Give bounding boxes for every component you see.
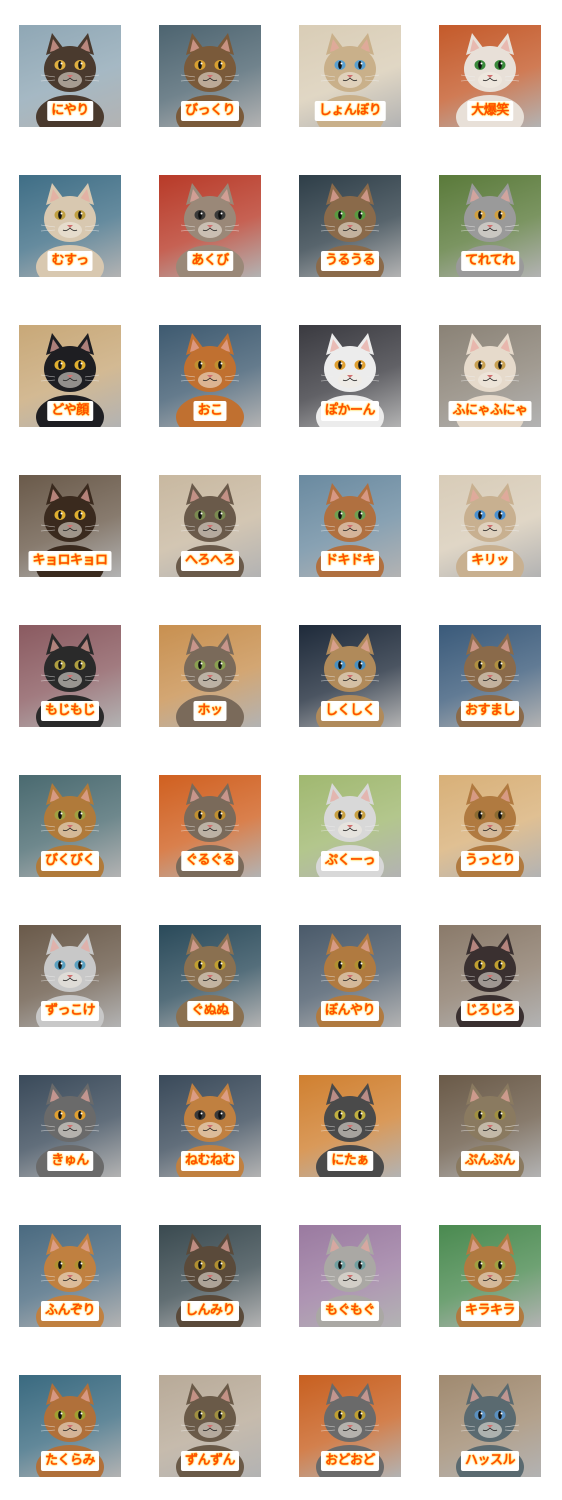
sticker-caption: うっとり <box>460 851 520 871</box>
sticker-item[interactable]: ドキドキ <box>299 475 401 577</box>
sticker-caption: ふんぞり <box>40 1301 100 1321</box>
sticker-caption: あくび <box>187 251 233 271</box>
sticker-caption: むすっ <box>47 251 93 271</box>
sticker-item[interactable]: キリッ <box>439 475 541 577</box>
sticker-item[interactable]: もじもじ <box>19 625 121 727</box>
sticker-caption: おすまし <box>460 701 520 721</box>
sticker-caption: ふにゃふにゃ <box>448 401 532 421</box>
sticker-item[interactable]: ずっこけ <box>19 925 121 1027</box>
sticker-caption: キリッ <box>467 551 513 571</box>
sticker-caption: ホッ <box>193 701 227 721</box>
sticker-caption: じろじろ <box>460 1001 520 1021</box>
sticker-item[interactable]: にやり <box>19 25 121 127</box>
sticker-caption: キラキラ <box>460 1301 520 1321</box>
sticker-item[interactable]: どや顔 <box>19 325 121 427</box>
sticker-item[interactable]: にたぁ <box>299 1075 401 1177</box>
sticker-item[interactable]: ぐるぐる <box>159 775 261 877</box>
sticker-caption: びっくり <box>180 101 240 121</box>
sticker-item[interactable]: ずんずん <box>159 1375 261 1477</box>
sticker-caption: たくらみ <box>40 1451 100 1471</box>
sticker-item[interactable]: ぐぬぬ <box>159 925 261 1027</box>
sticker-grid: にやり びっくり しょんぼり 大爆笑むすっ あくび うるうる てれてれどや顔 おこ ぽかーん ふに… <box>0 0 562 1500</box>
sticker-item[interactable]: あくび <box>159 175 261 277</box>
sticker-caption: しょんぼり <box>314 101 386 121</box>
sticker-caption: にやり <box>47 101 93 121</box>
sticker-item[interactable]: ぷんぷん <box>439 1075 541 1177</box>
sticker-caption: ねむねむ <box>180 1151 240 1171</box>
sticker-item[interactable]: おどおど <box>299 1375 401 1477</box>
sticker-caption: へろへろ <box>180 551 240 571</box>
sticker-caption: もじもじ <box>40 701 100 721</box>
sticker-caption: ずっこけ <box>40 1001 100 1021</box>
sticker-item[interactable]: 大爆笑 <box>439 25 541 127</box>
sticker-item[interactable]: ぷくーっ <box>299 775 401 877</box>
sticker-caption: うるうる <box>320 251 380 271</box>
sticker-caption: ぐぬぬ <box>187 1001 233 1021</box>
sticker-item[interactable]: ホッ <box>159 625 261 727</box>
sticker-caption: ぷくーっ <box>320 851 380 871</box>
sticker-item[interactable]: むすっ <box>19 175 121 277</box>
sticker-item[interactable]: キラキラ <box>439 1225 541 1327</box>
sticker-caption: おどおど <box>320 1451 380 1471</box>
sticker-item[interactable]: しくしく <box>299 625 401 727</box>
sticker-item[interactable]: ハッスル <box>439 1375 541 1477</box>
sticker-item[interactable]: うっとり <box>439 775 541 877</box>
sticker-item[interactable]: もぐもぐ <box>299 1225 401 1327</box>
sticker-item[interactable]: たくらみ <box>19 1375 121 1477</box>
sticker-item[interactable]: ぼんやり <box>299 925 401 1027</box>
sticker-caption: ずんずん <box>180 1451 240 1471</box>
sticker-item[interactable]: びくびく <box>19 775 121 877</box>
sticker-caption: しんみり <box>180 1301 240 1321</box>
sticker-item[interactable]: おこ <box>159 325 261 427</box>
sticker-item[interactable]: きゅん <box>19 1075 121 1177</box>
sticker-item[interactable]: へろへろ <box>159 475 261 577</box>
sticker-caption: ドキドキ <box>320 551 380 571</box>
sticker-caption: びくびく <box>40 851 100 871</box>
sticker-item[interactable]: ぽかーん <box>299 325 401 427</box>
sticker-caption: どや顔 <box>47 401 93 421</box>
sticker-caption: ぽかーん <box>320 401 380 421</box>
sticker-caption: おこ <box>193 401 227 421</box>
sticker-caption: ハッスル <box>460 1451 520 1471</box>
sticker-item[interactable]: ふんぞり <box>19 1225 121 1327</box>
sticker-item[interactable]: しょんぼり <box>299 25 401 127</box>
sticker-item[interactable]: おすまし <box>439 625 541 727</box>
sticker-item[interactable]: てれてれ <box>439 175 541 277</box>
sticker-caption: 大爆笑 <box>467 101 513 121</box>
sticker-caption: ぼんやり <box>320 1001 380 1021</box>
sticker-caption: しくしく <box>320 701 380 721</box>
sticker-item[interactable]: うるうる <box>299 175 401 277</box>
sticker-caption: ぷんぷん <box>460 1151 520 1171</box>
sticker-caption: てれてれ <box>461 251 519 271</box>
sticker-caption: ぐるぐる <box>181 851 239 871</box>
sticker-caption: きゅん <box>47 1151 93 1171</box>
sticker-caption: もぐもぐ <box>320 1301 380 1321</box>
sticker-item[interactable]: キョロキョロ <box>19 475 121 577</box>
sticker-caption: キョロキョロ <box>28 551 112 571</box>
sticker-item[interactable]: ふにゃふにゃ <box>439 325 541 427</box>
sticker-item[interactable]: しんみり <box>159 1225 261 1327</box>
sticker-item[interactable]: びっくり <box>159 25 261 127</box>
sticker-item[interactable]: じろじろ <box>439 925 541 1027</box>
sticker-item[interactable]: ねむねむ <box>159 1075 261 1177</box>
sticker-caption: にたぁ <box>327 1151 373 1171</box>
